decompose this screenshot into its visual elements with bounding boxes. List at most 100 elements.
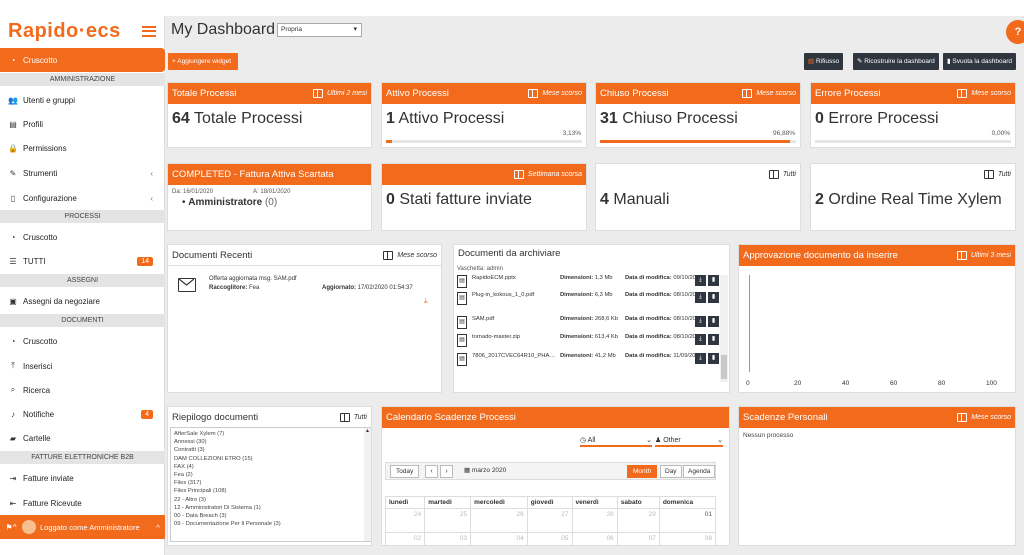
calendar-day[interactable]: 03	[424, 532, 472, 545]
period-label[interactable]: Mese scorso	[957, 89, 1011, 98]
scroll-up-icon[interactable]: ▲	[364, 428, 371, 434]
period-label[interactable]: Tutti	[768, 170, 796, 179]
sidebar-item-permissions[interactable]: 🔒 Permissions	[0, 136, 165, 160]
gift-icon	[768, 170, 779, 179]
list-item[interactable]: 12 - Amministratori Di Sistema (1)	[174, 504, 368, 512]
chevron-up-icon[interactable]: ^	[151, 523, 165, 532]
list-icon: ☰	[9, 256, 17, 266]
sidebar-item-profili[interactable]: ▤ Profili	[0, 112, 165, 136]
file-size: Dimensioni: 6,3 Mb	[560, 292, 613, 298]
period-label[interactable]: Mese scorso	[957, 413, 1011, 422]
add-widget-button[interactable]: + Aggiungere widget	[168, 53, 238, 70]
period-label[interactable]: Tutti	[983, 170, 1011, 179]
file-name[interactable]: Plug-in_kokous_1_0.pdf	[472, 292, 557, 298]
riepilogo-listbox[interactable]: AfterSale Xylem (7) Annessi (30) Contratti…	[170, 427, 371, 542]
period-label[interactable]: Ultimi 2 mesi	[312, 89, 367, 98]
period-label[interactable]: Ultimi 3 mesi	[956, 251, 1011, 260]
gift-icon	[383, 250, 394, 260]
calendar-day[interactable]: 27	[526, 508, 573, 533]
scrollbar[interactable]	[720, 275, 728, 382]
flag-icon[interactable]: ⚑^	[0, 523, 22, 532]
period-label[interactable]: Mese scorso	[742, 89, 796, 98]
sidebar-item-configurazione[interactable]: ▯ Configurazione ‹	[0, 186, 165, 210]
month-view-button[interactable]: Month	[627, 465, 658, 478]
calendar-day[interactable]: 06	[571, 532, 618, 545]
calendar-day[interactable]: 07	[616, 532, 660, 545]
trash-icon[interactable]: ▮	[708, 334, 719, 345]
download-icon[interactable]: ⤓	[695, 334, 706, 345]
calendar-day[interactable]: 04	[470, 532, 528, 545]
list-item[interactable]: Contratti (3)	[174, 446, 368, 454]
trash-icon[interactable]: ▮	[708, 316, 719, 327]
sidebar-item-utenti[interactable]: 👥 Utenti e gruppi	[0, 88, 165, 112]
calendar-day[interactable]: 29	[616, 508, 660, 533]
agenda-view-button[interactable]: Agenda	[683, 465, 716, 478]
logo[interactable]: Rapido·ecs	[8, 20, 121, 43]
download-icon[interactable]: ⤓	[695, 353, 706, 364]
rebuild-dashboard-button[interactable]: ✎ Ricostruire la dashboard	[853, 53, 939, 70]
file-name[interactable]: SAM.pdf	[472, 316, 557, 322]
calendar-day[interactable]: 02	[384, 532, 426, 545]
stat-widget-totale: Totale Processi Ultimi 2 mesi 64 Totale P…	[167, 82, 372, 148]
sidebar-item-ricerca[interactable]: ⌕ Ricerca	[0, 378, 165, 402]
prev-month-button[interactable]: ‹	[425, 465, 438, 478]
list-item[interactable]: 09 - Documentazione Per Il Personale (3)	[174, 520, 368, 528]
today-button[interactable]: Today	[390, 465, 420, 478]
user-menu[interactable]: Loggato come Amministratore	[22, 520, 151, 534]
list-item[interactable]: AfterSale Xylem (7)	[174, 430, 368, 438]
sidebar-item-assegni[interactable]: ▣ Assegni da negoziare	[0, 289, 165, 313]
calendar-day[interactable]: 01	[658, 508, 717, 533]
calendar-day[interactable]: 05	[526, 532, 573, 545]
help-button[interactable]: ?	[1006, 20, 1024, 44]
download-icon[interactable]: ⤓	[695, 292, 706, 303]
filter-all-select[interactable]: ◷ All ⌄	[580, 434, 652, 447]
period-label[interactable]: Mese scorso	[383, 250, 437, 260]
list-item[interactable]: 00 - Data Breach (3)	[174, 512, 368, 520]
list-item[interactable]: Files (317)	[174, 479, 368, 487]
download-icon[interactable]: ⤓	[424, 296, 428, 306]
file-name[interactable]: RapidoECM.pptx	[472, 275, 557, 281]
sidebar-item-inserisci[interactable]: ⤒ Inserisci	[0, 354, 165, 378]
clear-dashboard-button[interactable]: ▮ Svuota la dashboard	[943, 53, 1017, 70]
calendar-day[interactable]: 24	[384, 508, 426, 533]
calendar-day[interactable]: 25	[424, 508, 472, 533]
sidebar-item-tutti[interactable]: ☰ TUTTI 14	[0, 249, 165, 273]
file-name[interactable]: tornado-master.zip	[472, 334, 557, 340]
trash-icon[interactable]: ▮	[708, 353, 719, 364]
list-item[interactable]: Fea (2)	[174, 471, 368, 479]
list-item[interactable]: Files Principali (108)	[174, 487, 368, 495]
period-label[interactable]: Tutti	[339, 413, 367, 422]
list-item[interactable]: 22 - Altro (3)	[174, 496, 368, 504]
next-month-button[interactable]: ›	[440, 465, 453, 478]
sidebar-item-notifiche[interactable]: ♪ Notifiche 4	[0, 402, 165, 426]
period-label[interactable]: Settimana scorsa	[513, 170, 582, 179]
sidebar-item-cruscotto-documenti[interactable]: ◔ Cruscotto	[0, 329, 165, 353]
lock-icon: 🔒	[8, 143, 18, 153]
list-item[interactable]: Annessi (30)	[174, 438, 368, 446]
sidebar-item-cruscotto[interactable]: ◔ Cruscotto	[0, 48, 165, 72]
sidebar-item-cruscotto-processi[interactable]: ◔ Cruscotto	[0, 225, 165, 249]
calendar-day[interactable]: 08	[658, 532, 717, 545]
sidebar-item-fatture-ricevute[interactable]: ⇤ Fatture Ricevute	[0, 491, 165, 515]
period-label[interactable]: Mese scorso	[528, 89, 582, 98]
dashboard-select[interactable]: Propria ▾	[277, 23, 362, 37]
download-icon[interactable]: ⤓	[695, 316, 706, 327]
calendar-day[interactable]: 28	[571, 508, 618, 533]
trash-icon[interactable]: ▮	[708, 292, 719, 303]
list-item[interactable]: FAX (4)	[174, 463, 368, 471]
download-icon[interactable]: ⤓	[695, 275, 706, 286]
scrollbar-thumb[interactable]	[721, 355, 727, 379]
scrollbar[interactable]: ▲	[364, 428, 371, 541]
file-name[interactable]: 7806_2017CVEC64R10_PHARMA_4_17-1878_Vali…	[472, 353, 557, 359]
hamburger-icon[interactable]	[142, 25, 156, 37]
day-view-button[interactable]: Day	[660, 465, 682, 478]
trash-icon[interactable]: ▮	[708, 275, 719, 286]
sidebar-item-strumenti[interactable]: ✎ Strumenti ‹	[0, 161, 165, 185]
recent-doc-title[interactable]: Offerta aggiornata msg. SAM.pdf	[209, 276, 297, 282]
list-item[interactable]: DAM COLLEZIONI ETRO (15)	[174, 455, 368, 463]
sidebar-item-cartelle[interactable]: ▰ Cartelle	[0, 426, 165, 450]
calendar-day[interactable]: 26	[470, 508, 528, 533]
sidebar-item-fatture-inviate[interactable]: ⇥ Fatture inviate	[0, 466, 165, 490]
filter-other-select[interactable]: ♟ Other ⌄	[655, 434, 723, 447]
refresh-button[interactable]: ▧ Rifiusso	[804, 53, 844, 70]
